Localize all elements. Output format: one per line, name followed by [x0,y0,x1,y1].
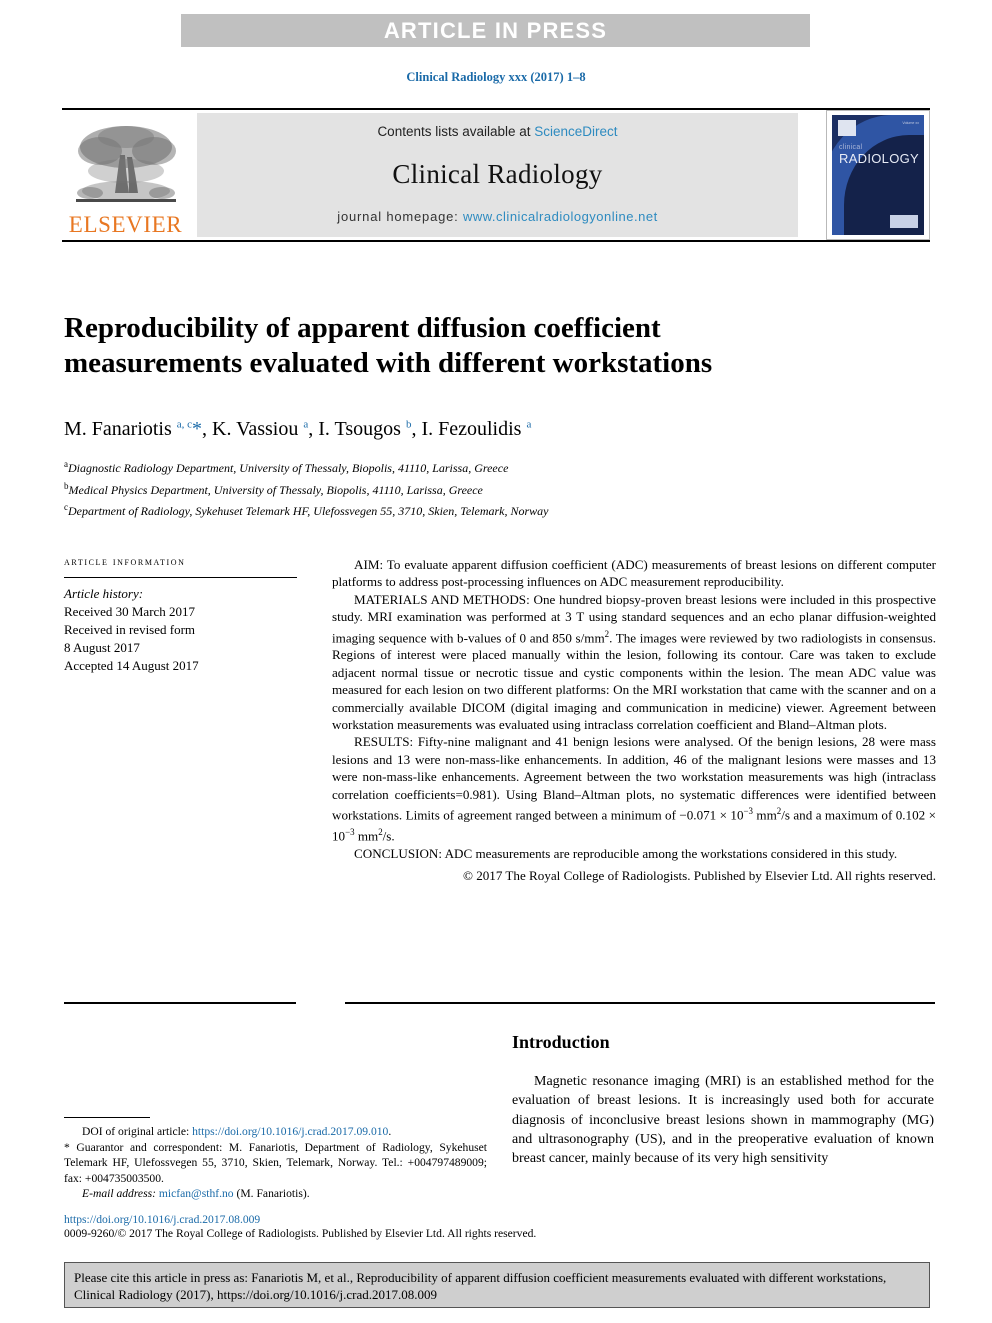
journal-homepage-label: journal homepage: [337,209,463,224]
affiliation-text: Medical Physics Department, University o… [68,482,483,497]
article-history-label: Article history: [64,586,144,601]
journal-citation-line: Clinical Radiology xxx (2017) 1–8 [406,70,586,84]
journal-title: Clinical Radiology [392,158,603,189]
cover-publisher-badge [890,215,918,228]
page-title: Reproducibility of apparent diffusion co… [64,312,713,380]
affiliation-item: bMedical Physics Department, University … [64,478,934,500]
article-history-item: Received 30 March 2017 [64,604,196,619]
article-in-press-label: ARTICLE IN PRESS [383,17,608,43]
article-doi-link[interactable]: https://doi.org/10.1016/j.crad.2017.08.0… [64,1213,260,1226]
cover-title-line1: clinical [839,144,863,151]
article-history-item: 8 August 2017 [64,640,140,655]
abstract-conclusion-paragraph: CONCLUSION: ADC measurements are reprodu… [354,845,898,861]
introduction-paragraph: Magnetic resonance imaging (MRI) is an e… [512,1074,934,1167]
footnote-doi-original-label: DOI of original article: [82,1125,193,1138]
citation-notice-box: Please cite this article in press as: Fa… [64,1262,930,1308]
article-history-item: Accepted 14 August 2017 [64,658,199,673]
abstract-materials-paragraph: MATERIALS AND METHODS: One hundred biops… [332,591,936,733]
introduction-heading: Introduction [512,1032,610,1052]
abstract-copyright: © 2017 The Royal College of Radiologists… [462,867,936,883]
left-column-divider [64,1002,296,1004]
sciencedirect-link[interactable]: ScienceDirect [534,124,617,139]
footnote-email: E-mail address: micfan@sthf.no (M. Fanar… [64,1186,487,1202]
article-information-heading: ARTICLE INFORMATION [64,556,186,568]
footnote-divider [64,1117,150,1118]
article-information-divider [64,577,297,578]
elsevier-logo: ELSEVIER [62,112,189,238]
journal-homepage-link[interactable]: www.clinicalradiologyonline.net [463,209,658,224]
elsevier-wordmark: ELSEVIER [68,212,183,237]
introduction-body: Magnetic resonance imaging (MRI) is an e… [512,1072,934,1168]
affiliation-item: aDiagnostic Radiology Department, Univer… [64,456,934,478]
cover-elsevier-icon [838,120,856,136]
abstract-results-paragraph: RESULTS: Fifty-nine malignant and 41 ben… [332,734,936,844]
abstract-column: AIM: To evaluate apparent diffusion coef… [332,556,936,884]
affiliation-text: Diagnostic Radiology Department, Univers… [68,461,509,475]
journal-info-panel: Contents lists available at ScienceDirec… [197,113,798,237]
affiliation-item: cDepartment of Radiology, Sykehuset Tele… [64,499,934,521]
right-column-divider [345,1002,935,1004]
journal-masthead: ELSEVIER Contents lists available at Sci… [62,108,930,242]
footnote-email-link[interactable]: micfan@sthf.no [159,1187,234,1200]
article-in-press-banner: ARTICLE IN PRESS [181,14,810,47]
contents-lists-line: Contents lists available at ScienceDirec… [377,124,617,139]
affiliation-text: Department of Radiology, Sykehuset Telem… [68,504,549,518]
footnote-doi-original-link[interactable]: https://doi.org/10.1016/j.crad.2017.09.0… [192,1125,388,1138]
affiliation-list: aDiagnostic Radiology Department, Univer… [64,456,934,521]
article-history-list: Received 30 March 2017 Received in revis… [64,603,297,675]
footnote-doi-original-suffix: . [388,1125,392,1138]
issn-copyright-line: 0009-9260/© 2017 The Royal College of Ra… [64,1227,537,1240]
footnote-block: DOI of original article: https://doi.org… [64,1124,487,1202]
footnote-doi-original: DOI of original article: https://doi.org… [64,1124,487,1140]
article-information-column: ARTICLE INFORMATION Article history: Rec… [64,556,297,675]
elsevier-tree-icon [70,121,182,213]
abstract-aim-paragraph: AIM: To evaluate apparent diffusion coef… [332,557,936,590]
author-list: M. Fanariotis a, c*, K. Vassiou a, I. Ts… [64,418,532,440]
contents-lists-prefix: Contents lists available at [377,124,535,139]
cover-title-line2: RADIOLOGY [839,151,919,166]
article-history-item: Received in revised form [64,622,196,637]
cover-corner-text: Volume xx [902,121,919,125]
footnote-email-label: E-mail address: [82,1187,159,1201]
journal-homepage-line: journal homepage: www.clinicalradiologyo… [337,209,657,224]
footnote-correspondent: * Guarantor and correspondent: M. Fanari… [64,1140,487,1185]
journal-cover-thumbnail: Volume xx clinical RADIOLOGY [826,110,930,240]
footnote-email-suffix: (M. Fanariotis). [233,1187,310,1201]
